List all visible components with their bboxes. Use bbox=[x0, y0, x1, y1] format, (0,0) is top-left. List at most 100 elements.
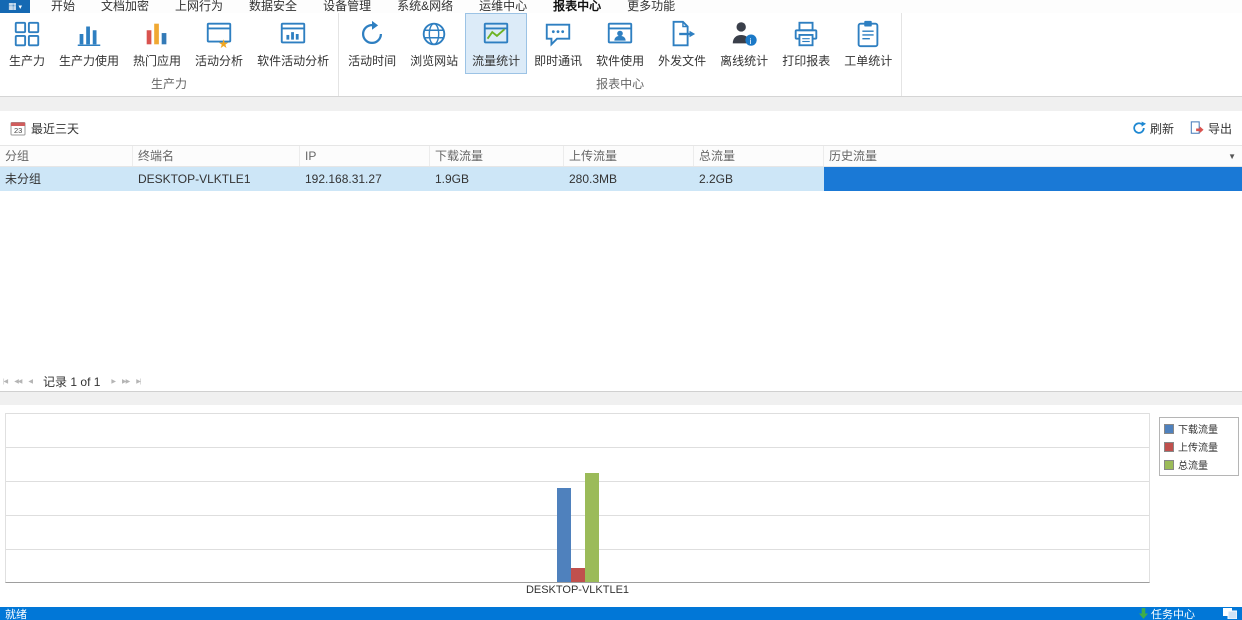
chevron-down-icon: ▾ bbox=[19, 3, 23, 11]
legend-label: 总流量 bbox=[1178, 457, 1208, 472]
ribbon-item-label: 软件使用 bbox=[596, 52, 644, 69]
ribbon-item-instant-messaging[interactable]: 即时通讯 bbox=[527, 13, 589, 74]
ribbon-item-outgoing-files[interactable]: 外发文件 bbox=[651, 13, 713, 74]
ribbon-item-label: 软件活动分析 bbox=[257, 52, 329, 69]
chart-bar bbox=[557, 488, 571, 582]
pager: |◀ ◀◀ ◀ 记录 1 of 1 ▶ ▶▶ ▶| bbox=[0, 372, 1242, 392]
chart-bar bbox=[571, 568, 585, 582]
ribbon-item-label: 生产力使用 bbox=[59, 52, 119, 69]
tab-ops-center[interactable]: 运维中心 bbox=[466, 0, 540, 13]
date-range-filter[interactable]: 23 最近三天 bbox=[10, 120, 79, 137]
tab-system-network[interactable]: 系统&网络 bbox=[384, 0, 466, 13]
pager-prev-group-button[interactable]: ◀◀ bbox=[14, 378, 21, 385]
cell-terminal: DESKTOP-VLKTLE1 bbox=[133, 167, 300, 191]
ribbon-item-traffic-stats[interactable]: 流量统计 bbox=[465, 13, 527, 74]
column-header-total[interactable]: 总流量 bbox=[694, 146, 824, 166]
refresh-icon bbox=[1132, 121, 1146, 135]
ribbon-item-label: 离线统计 bbox=[720, 52, 768, 69]
ribbon-item-label: 即时通讯 bbox=[534, 52, 582, 69]
refresh-label: 刷新 bbox=[1150, 120, 1174, 137]
ribbon-item-label: 打印报表 bbox=[782, 52, 830, 69]
table-empty-area bbox=[0, 191, 1242, 372]
traffic-table-panel: 23 最近三天 刷新 导出 分组 终端名 IP 下载流量 上传流量 总流量 bbox=[0, 111, 1242, 392]
ribbon-group-productivity: 生产力 生产力使用 热门应用 ★ 活动分析 bbox=[0, 13, 339, 96]
legend-swatch bbox=[1164, 460, 1174, 470]
activity-time-icon bbox=[357, 19, 387, 49]
date-range-label: 最近三天 bbox=[31, 120, 79, 137]
traffic-chart: DESKTOP-VLKTLE1 下载流量上传流量总流量 bbox=[0, 405, 1242, 607]
tab-doc-encryption[interactable]: 文档加密 bbox=[88, 0, 162, 13]
separator-strip bbox=[0, 97, 1242, 111]
ribbon-item-label: 工单统计 bbox=[844, 52, 892, 69]
calendar-icon: 23 bbox=[10, 120, 26, 136]
ribbon-group-report-center: 活动时间 浏览网站 流量统计 即时通讯 bbox=[339, 13, 902, 96]
pager-next-button[interactable]: ▶ bbox=[111, 378, 115, 385]
pager-last-button[interactable]: ▶| bbox=[136, 378, 140, 385]
chart-bars bbox=[557, 473, 599, 582]
column-header-download[interactable]: 下载流量 bbox=[430, 146, 564, 166]
ribbon-item-offline-stats[interactable]: i 离线统计 bbox=[713, 13, 775, 74]
svg-text:★: ★ bbox=[218, 37, 229, 49]
tab-more-features[interactable]: 更多功能 bbox=[614, 0, 688, 13]
cell-ip: 192.168.31.27 bbox=[300, 167, 430, 191]
legend-swatch bbox=[1164, 442, 1174, 452]
cell-history bbox=[824, 167, 1242, 191]
legend-label: 下载流量 bbox=[1178, 421, 1218, 436]
tab-web-behavior[interactable]: 上网行为 bbox=[162, 0, 236, 13]
activity-analysis-icon: ★ bbox=[204, 19, 234, 49]
ribbon-item-hot-apps[interactable]: 热门应用 bbox=[126, 13, 188, 74]
ribbon-item-activity-time[interactable]: 活动时间 bbox=[341, 13, 403, 74]
chart-bar bbox=[585, 473, 599, 582]
ribbon-item-label: 流量统计 bbox=[472, 52, 520, 69]
outgoing-file-icon bbox=[667, 19, 697, 49]
cell-upload: 280.3MB bbox=[564, 167, 694, 191]
task-center-button[interactable]: 任务中心 bbox=[1139, 606, 1195, 620]
ribbon-item-software-usage[interactable]: 软件使用 bbox=[589, 13, 651, 74]
column-menu-dropdown-icon[interactable]: ▼ bbox=[1228, 146, 1236, 167]
ribbon-item-print-reports[interactable]: 打印报表 bbox=[775, 13, 837, 74]
status-bar: 就绪 任务中心 bbox=[0, 607, 1242, 620]
chart-legend: 下载流量上传流量总流量 bbox=[1159, 417, 1239, 476]
ribbon-item-ticket-stats[interactable]: 工单统计 bbox=[837, 13, 899, 74]
chart-category-label: DESKTOP-VLKTLE1 bbox=[526, 584, 629, 596]
table-row[interactable]: 未分组 DESKTOP-VLKTLE1 192.168.31.27 1.9GB … bbox=[0, 167, 1242, 191]
app-menu-button[interactable]: ▦ ▾ bbox=[0, 0, 30, 13]
grid-icon bbox=[12, 19, 42, 49]
history-traffic-bar bbox=[824, 167, 1242, 191]
export-button[interactable]: 导出 bbox=[1190, 120, 1232, 137]
column-header-terminal[interactable]: 终端名 bbox=[133, 146, 300, 166]
ribbon-item-productivity-usage[interactable]: 生产力使用 bbox=[52, 13, 126, 74]
chart-plot: DESKTOP-VLKTLE1 bbox=[5, 413, 1150, 583]
pager-next-group-button[interactable]: ▶▶ bbox=[122, 378, 129, 385]
traffic-stats-icon bbox=[481, 19, 511, 49]
column-header-history[interactable]: 历史流量 ▼ bbox=[824, 146, 1242, 166]
window-layout-icon[interactable] bbox=[1223, 608, 1237, 619]
ribbon-group-label: 生产力 bbox=[2, 74, 336, 96]
tab-data-security[interactable]: 数据安全 bbox=[236, 0, 310, 13]
table-header: 分组 终端名 IP 下载流量 上传流量 总流量 历史流量 ▼ bbox=[0, 145, 1242, 167]
column-header-upload[interactable]: 上传流量 bbox=[564, 146, 694, 166]
tab-report-center[interactable]: 报表中心 bbox=[540, 0, 614, 13]
filter-bar: 23 最近三天 刷新 导出 bbox=[0, 111, 1242, 145]
pager-record-text: 记录 1 of 1 bbox=[43, 373, 100, 390]
legend-entry: 上传流量 bbox=[1164, 439, 1234, 454]
ribbon-group-label: 报表中心 bbox=[341, 74, 899, 96]
refresh-button[interactable]: 刷新 bbox=[1132, 120, 1174, 137]
app-grid-icon: ▦ bbox=[8, 1, 17, 12]
legend-swatch bbox=[1164, 424, 1174, 434]
legend-label: 上传流量 bbox=[1178, 439, 1218, 454]
svg-text:23: 23 bbox=[14, 126, 22, 135]
ribbon-item-software-activity-analysis[interactable]: 软件活动分析 bbox=[250, 13, 336, 74]
ribbon-item-activity-analysis[interactable]: ★ 活动分析 bbox=[188, 13, 250, 74]
tab-device-management[interactable]: 设备管理 bbox=[310, 0, 384, 13]
legend-entry: 总流量 bbox=[1164, 457, 1234, 472]
ribbon-item-productivity[interactable]: 生产力 bbox=[2, 13, 52, 74]
tab-start[interactable]: 开始 bbox=[38, 0, 88, 13]
column-header-group[interactable]: 分组 bbox=[0, 146, 133, 166]
ribbon-item-browse-websites[interactable]: 浏览网站 bbox=[403, 13, 465, 74]
pager-prev-button[interactable]: ◀ bbox=[28, 378, 32, 385]
column-header-ip[interactable]: IP bbox=[300, 146, 430, 166]
column-header-history-label: 历史流量 bbox=[829, 146, 877, 167]
pager-first-button[interactable]: |◀ bbox=[3, 378, 7, 385]
printer-icon bbox=[791, 19, 821, 49]
